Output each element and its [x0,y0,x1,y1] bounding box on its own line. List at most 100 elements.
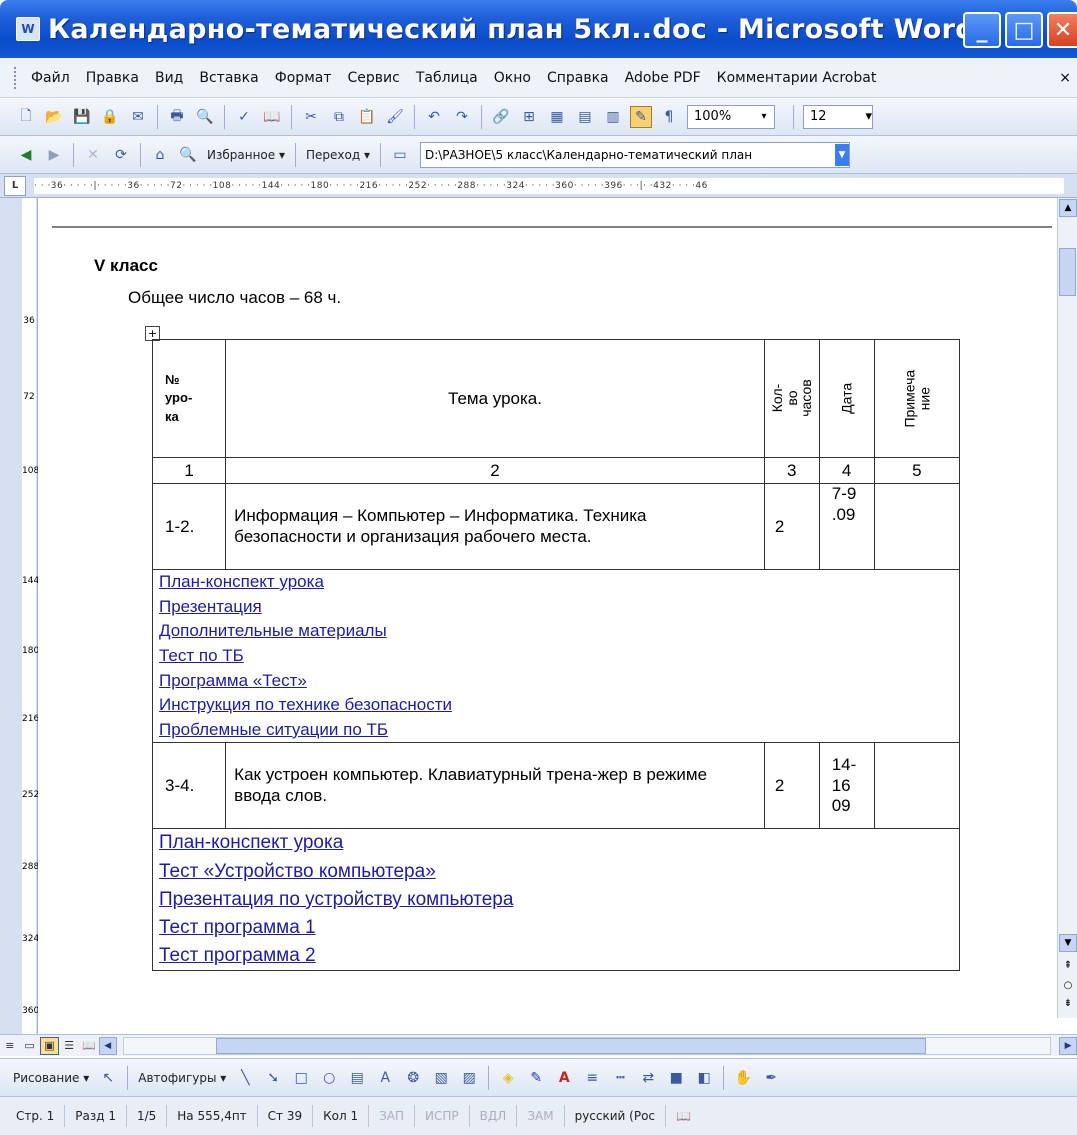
status-language[interactable]: русский (Рос [565,1105,667,1127]
insert-excel-icon[interactable]: ▤ [574,106,596,128]
link-safety-test[interactable]: Тест по ТБ [159,644,953,669]
link-safety-instruction[interactable]: Инструкция по технике безопасности [159,693,953,718]
link-test-program-2[interactable]: Тест программа 2 [159,942,953,970]
scroll-right-icon[interactable]: ▶ [1059,1036,1077,1055]
print-preview-icon[interactable]: 🔍 [194,106,216,128]
scroll-left-icon[interactable]: ◀ [98,1036,117,1055]
pen-icon[interactable]: ✒ [760,1067,782,1089]
search-web-icon[interactable]: 🔍 [177,144,199,166]
chevron-down-icon[interactable]: ▾ [865,109,872,124]
refresh-icon[interactable]: ⟳ [110,144,132,166]
new-document-icon[interactable]: 🗋 [15,106,37,128]
link-test-program[interactable]: Программа «Тест» [159,669,953,694]
menu-edit[interactable]: Правка [78,70,147,86]
research-icon[interactable]: 📖 [261,106,283,128]
goto-menu[interactable]: Переход ▾ [301,148,375,162]
menu-format[interactable]: Формат [267,70,340,86]
chevron-down-icon[interactable]: ▾ [754,106,774,128]
web-view-icon[interactable]: ▭ [20,1037,40,1055]
horizontal-scroll-thumb[interactable] [215,1037,926,1054]
drawing-menu[interactable]: Рисование ▾ [8,1071,94,1085]
undo-icon[interactable]: ↶ [423,106,445,128]
status-track-changes[interactable]: ИСПР [415,1105,470,1127]
normal-view-icon[interactable]: ≡ [0,1037,20,1055]
paste-icon[interactable]: 📋 [356,106,378,128]
chevron-down-icon[interactable]: ▼ [834,143,849,166]
line-icon[interactable]: ╲ [234,1067,256,1089]
link-additional-materials[interactable]: Дополнительные материалы [159,619,953,644]
link-safety-problems[interactable]: Проблемные ситуации по ТБ [159,718,953,743]
clipart-icon[interactable]: ▧ [430,1067,452,1089]
menu-window[interactable]: Окно [486,70,539,86]
format-painter-icon[interactable]: 🖌 [384,106,406,128]
menu-view[interactable]: Вид [147,70,191,86]
browse-object-icon[interactable]: ○ [1059,980,1077,998]
menu-acrobat-comments[interactable]: Комментарии Acrobat [709,70,885,86]
save-icon[interactable]: 💾 [71,106,93,128]
link-computer-device-test[interactable]: Тест «Устройство компьютера» [159,858,953,886]
tab-selector-icon[interactable]: L [4,175,26,196]
arrow-icon[interactable]: ➘ [262,1067,284,1089]
horizontal-scroll-track[interactable] [122,1036,1052,1055]
close-document-icon[interactable]: × [1059,70,1071,86]
favorites-menu[interactable]: Избранное ▾ [202,148,290,162]
ink-comment-icon[interactable]: ✋ [732,1067,754,1089]
spelling-icon[interactable]: ✓ [233,106,255,128]
menu-help[interactable]: Справка [539,70,617,86]
spelling-status-icon[interactable]: 📖 [666,1105,701,1127]
diagram-icon[interactable]: ❂ [402,1067,424,1089]
status-overtype[interactable]: ЗАМ [517,1105,565,1127]
status-extend[interactable]: ВДЛ [470,1105,518,1127]
autoshapes-menu[interactable]: Автофигуры ▾ [133,1071,231,1085]
maximize-button[interactable]: □ [1005,12,1043,48]
menu-insert[interactable]: Вставка [191,70,266,86]
address-field[interactable]: D:\РАЗНОЕ\5 класс\Календарно-тематически… [419,141,850,168]
word-app-icon[interactable]: W [16,17,40,41]
link-lesson-plan[interactable]: План-конспект урока [159,570,953,595]
home-icon[interactable]: ⌂ [149,144,171,166]
shadow-icon[interactable]: ■ [665,1067,687,1089]
print-icon[interactable]: 🖶 [166,106,188,128]
cut-icon[interactable]: ✂ [300,106,322,128]
link-presentation[interactable]: Презентация [159,595,953,620]
email-icon[interactable]: ✉ [127,106,149,128]
menu-grip[interactable] [14,66,17,89]
menu-table[interactable]: Таблица [408,70,486,86]
3d-icon[interactable]: ◧ [693,1067,715,1089]
scroll-down-icon[interactable]: ▼ [1059,934,1077,952]
columns-icon[interactable]: ▥ [602,106,624,128]
link-lesson-plan[interactable]: План-конспект урока [159,829,953,857]
forward-icon[interactable]: ▶ [43,144,65,166]
oval-icon[interactable]: ○ [318,1067,340,1089]
outline-view-icon[interactable]: ☰ [59,1037,79,1055]
picture-icon[interactable]: ▨ [458,1067,480,1089]
permission-icon[interactable]: 🔒 [99,106,121,128]
hyperlink-icon[interactable]: 🔗 [490,106,512,128]
link-test-program-1[interactable]: Тест программа 1 [159,914,953,942]
menu-adobe-pdf[interactable]: Adobe PDF [617,70,709,86]
next-page-icon[interactable]: ⇟ [1059,998,1077,1016]
reading-view-icon[interactable]: 📖 [79,1037,99,1055]
open-folder-icon[interactable]: 📂 [43,106,65,128]
vertical-scrollbar[interactable]: ▲ ▼ ⇞ ○ ⇟ [1057,198,1077,1018]
dash-style-icon[interactable]: ┅ [609,1067,631,1089]
font-size-select[interactable]: 12 ▾ [803,104,873,129]
stop-icon[interactable]: ✕ [82,144,104,166]
insert-table-icon[interactable]: ▦ [546,106,568,128]
print-layout-view-icon[interactable]: ▣ [39,1036,60,1055]
ruler-scale[interactable]: · · ·36· · · · ·|· · · · ·36· · · · ·72·… [34,177,1064,194]
arrow-style-icon[interactable]: ⇄ [637,1067,659,1089]
show-web-toolbar-icon[interactable]: ▭ [389,144,411,166]
minimize-button[interactable]: _ [963,12,1001,48]
copy-icon[interactable]: ⧉ [328,106,350,128]
menu-file[interactable]: Файл [23,70,78,86]
rectangle-icon[interactable]: □ [290,1067,312,1089]
zoom-select[interactable]: 100% ▾ [687,104,775,129]
link-computer-presentation[interactable]: Презентация по устройству компьютера [159,886,953,914]
vertical-scroll-thumb[interactable] [1059,248,1076,296]
drawing-toggle-icon[interactable]: ✎ [630,105,652,128]
wordart-icon[interactable]: A [374,1067,396,1089]
fill-color-icon[interactable]: ◈ [497,1067,519,1089]
show-hide-formatting-icon[interactable]: ¶ [658,106,680,128]
line-style-icon[interactable]: ≡ [581,1067,603,1089]
